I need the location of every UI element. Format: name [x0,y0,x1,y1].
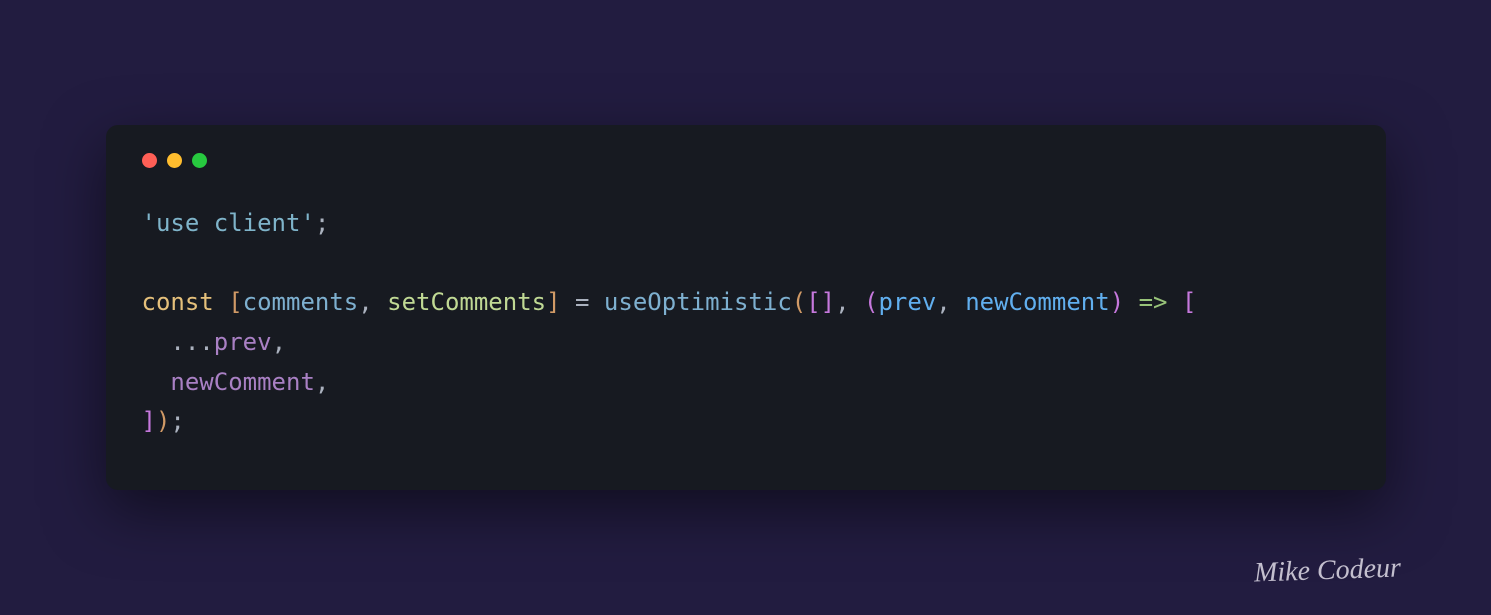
code-block: 'use client'; const [comments, setCommen… [142,204,1350,442]
code-token: newComment [170,368,315,396]
code-token: => [1139,288,1168,316]
code-token: const [142,288,214,316]
minimize-icon [167,153,182,168]
code-token: , [272,328,286,356]
close-icon [142,153,157,168]
code-token: ] [821,288,835,316]
code-token: ] [142,407,156,435]
code-token: 'use client' [142,209,315,237]
code-token: , [358,288,387,316]
code-token: comments [243,288,359,316]
maximize-icon [192,153,207,168]
code-token: ) [1110,288,1124,316]
code-token: = [561,288,604,316]
code-token: ) [156,407,170,435]
code-token: [ [806,288,820,316]
code-token: , [315,368,329,396]
code-token: , [936,288,965,316]
code-token: prev [878,288,936,316]
code-token: setComments [387,288,546,316]
code-token: prev [214,328,272,356]
code-token: [ [1182,288,1196,316]
traffic-lights [142,153,1350,168]
code-token: ; [315,209,329,237]
code-token: , [835,288,864,316]
code-token: ] [546,288,560,316]
code-token: ( [792,288,806,316]
code-token: ; [170,407,184,435]
code-token: ( [864,288,878,316]
code-token: [ [228,288,242,316]
code-token: ... [170,328,213,356]
author-signature: Mike Codeur [1254,552,1402,589]
code-window: 'use client'; const [comments, setCommen… [106,125,1386,490]
code-token: useOptimistic [604,288,792,316]
code-token: newComment [965,288,1110,316]
